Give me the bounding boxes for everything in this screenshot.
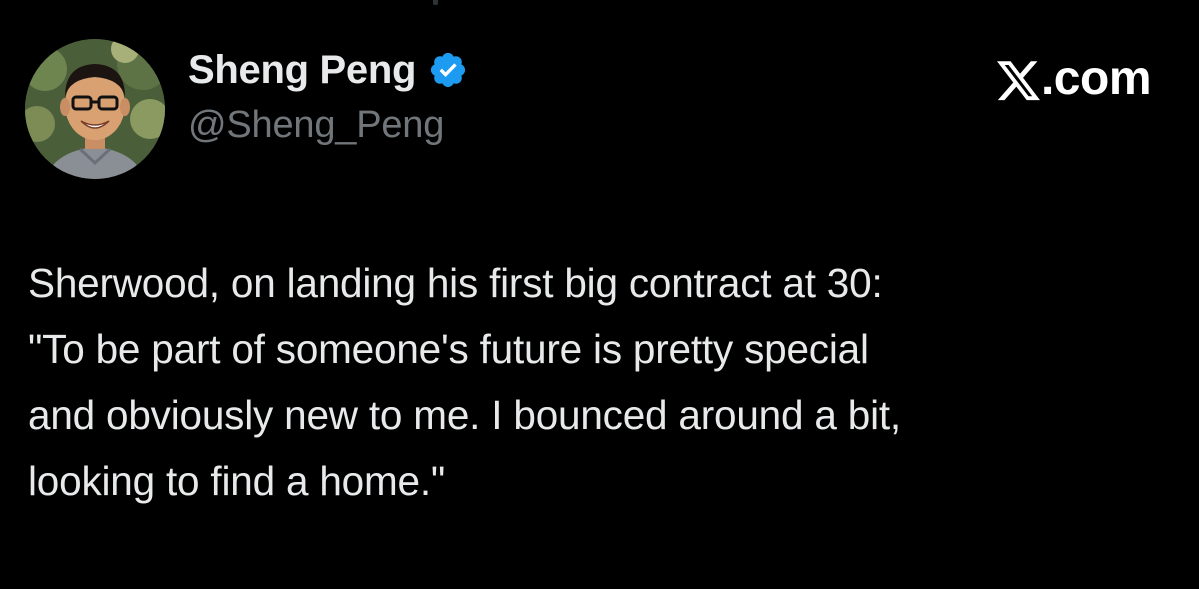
tweet-line: and obviously new to me. I bounced aroun…: [28, 392, 901, 438]
author-handle[interactable]: @Sheng_Peng: [188, 104, 444, 147]
tweet-text: Sherwood, on landing his first big contr…: [28, 250, 1178, 514]
tweet-line: looking to find a home.": [28, 458, 446, 504]
author-name-row[interactable]: Sheng Peng: [188, 42, 468, 98]
tweet-line: "To be part of someone's future is prett…: [28, 326, 869, 372]
site-label: .com: [996, 50, 1152, 106]
avatar[interactable]: [25, 39, 165, 179]
person-with-glasses-avatar-icon: [25, 39, 165, 179]
x-logo-icon: [996, 58, 1040, 101]
author-name[interactable]: Sheng Peng: [188, 48, 416, 93]
top-edge-fragment: [433, 0, 438, 5]
site-suffix: .com: [1040, 51, 1152, 105]
verified-badge-icon: [428, 50, 468, 90]
tweet-line: Sherwood, on landing his first big contr…: [28, 260, 883, 306]
